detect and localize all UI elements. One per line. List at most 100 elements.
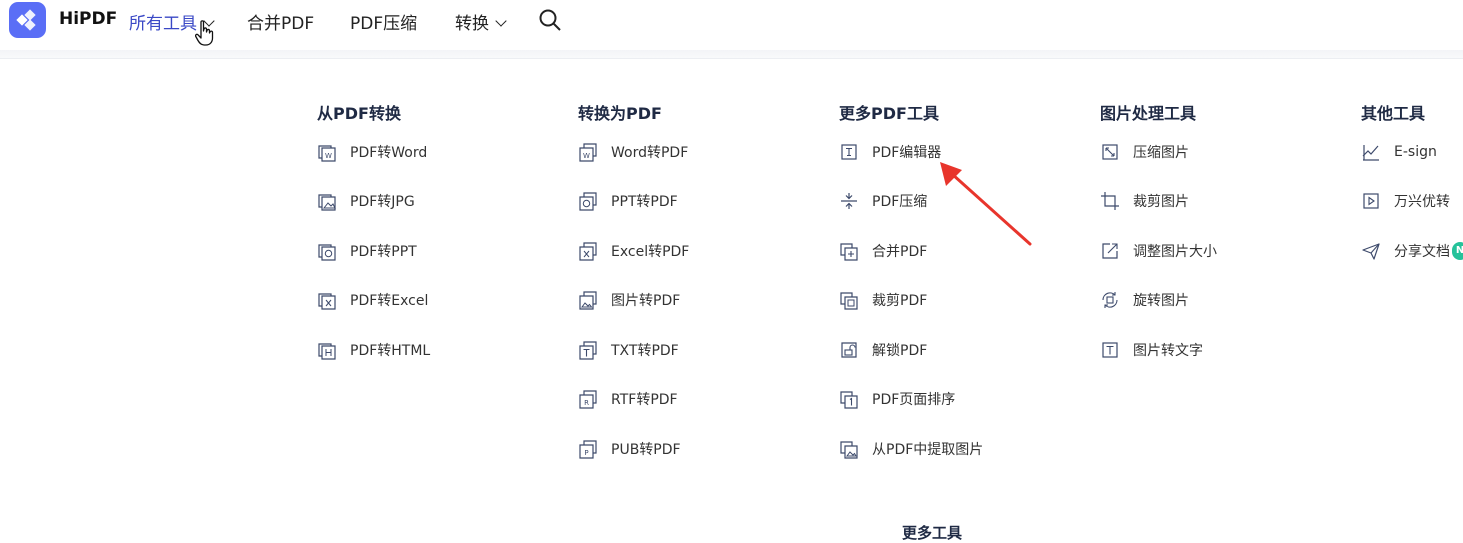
brand-name[interactable]: HiPDF bbox=[59, 9, 117, 29]
pub-file-icon: P bbox=[579, 440, 597, 459]
txt-file-icon bbox=[579, 341, 597, 360]
merge-icon bbox=[840, 243, 858, 261]
more-tools-label: 更多工具 bbox=[902, 524, 963, 542]
tool-label: Excel转PDF bbox=[611, 244, 690, 260]
tool-crop-pdf[interactable]: 裁剪PDF bbox=[839, 290, 927, 310]
tool-label: 图片转文字 bbox=[1133, 343, 1203, 359]
tool-txt-to-pdf[interactable]: TXT转PDF bbox=[578, 340, 679, 360]
tool-label: PPT转PDF bbox=[611, 194, 678, 210]
tool-label: 图片转PDF bbox=[611, 293, 681, 309]
nav-convert[interactable]: 转换 bbox=[455, 9, 507, 34]
tool-compress-image[interactable]: 压缩图片 bbox=[1100, 142, 1189, 162]
column-title: 转换为PDF bbox=[578, 104, 662, 123]
unlock-icon bbox=[841, 342, 857, 358]
rtf-file-icon: R bbox=[579, 390, 597, 409]
column-image-tools: 图片处理工具 压缩图片 裁剪图片 调整图片大小 旋转图片 图片转文字 bbox=[1100, 100, 1217, 359]
column-title: 从PDF转换 bbox=[317, 104, 401, 123]
tool-label: Word转PDF bbox=[611, 145, 689, 161]
tool-rtf-to-pdf[interactable]: R RTF转PDF bbox=[578, 389, 678, 409]
column-title: 更多PDF工具 bbox=[839, 104, 939, 123]
column-title: 图片处理工具 bbox=[1100, 104, 1197, 123]
word-file-icon: W bbox=[318, 145, 336, 162]
html-file-icon bbox=[318, 343, 336, 360]
tool-pub-to-pdf[interactable]: P PUB转PDF bbox=[578, 439, 681, 459]
tool-label: PDF转PPT bbox=[350, 244, 417, 260]
ppt-file-icon bbox=[579, 192, 597, 211]
tool-image-to-text[interactable]: 图片转文字 bbox=[1100, 340, 1203, 360]
rotate-icon bbox=[1102, 292, 1118, 308]
tool-label: 分享文档 bbox=[1394, 244, 1450, 260]
tool-rotate-image[interactable]: 旋转图片 bbox=[1100, 290, 1189, 310]
tool-pdf-to-html[interactable]: PDF转HTML bbox=[317, 340, 430, 360]
chevron-down-icon bbox=[495, 15, 507, 27]
tool-label: PDF页面排序 bbox=[872, 392, 956, 408]
tool-label: 万兴优转 bbox=[1394, 194, 1450, 210]
ppt-file-icon bbox=[318, 244, 336, 261]
compress-image-icon bbox=[1102, 144, 1118, 160]
tool-crop-image[interactable]: 裁剪图片 bbox=[1100, 191, 1189, 211]
tool-pdf-compress[interactable]: PDF压缩 bbox=[839, 191, 927, 211]
tool-pdf-editor[interactable]: PDF编辑器 bbox=[839, 142, 941, 162]
tool-label: 合并PDF bbox=[872, 244, 928, 260]
excel-file-icon bbox=[579, 242, 597, 261]
column-to-pdf: 转换为PDF W Word转PDF PPT转PDF Excel转PDF 图片转P… bbox=[578, 100, 689, 459]
word-file-icon: W bbox=[579, 143, 597, 162]
column-other-tools: 其他工具 E-sign 万兴优转 分享文档 bbox=[1361, 100, 1450, 260]
tool-merge-pdf[interactable]: 合并PDF bbox=[839, 241, 927, 261]
tool-label: 调整图片大小 bbox=[1133, 244, 1217, 260]
excel-file-icon bbox=[318, 293, 336, 310]
nav-compress-pdf[interactable]: PDF压缩 bbox=[350, 9, 417, 34]
tool-label: TXT转PDF bbox=[611, 343, 679, 359]
tool-pdf-to-ppt[interactable]: PDF转PPT bbox=[317, 241, 417, 261]
tool-uniconverter[interactable]: 万兴优转 bbox=[1361, 191, 1450, 211]
nav-convert-label: 转换 bbox=[455, 14, 489, 34]
new-badge: N bbox=[1452, 242, 1463, 260]
tool-label: PDF转HTML bbox=[350, 343, 431, 359]
crop-pdf-icon bbox=[840, 292, 858, 310]
tool-unlock-pdf[interactable]: 解锁PDF bbox=[839, 340, 927, 360]
crop-icon bbox=[1101, 192, 1119, 210]
tool-excel-to-pdf[interactable]: Excel转PDF bbox=[578, 241, 689, 261]
tool-resize-image[interactable]: 调整图片大小 bbox=[1100, 241, 1217, 261]
tool-pdf-to-excel[interactable]: PDF转Excel bbox=[317, 290, 428, 310]
tool-pdf-page-order[interactable]: PDF页面排序 bbox=[839, 389, 955, 409]
image-file-icon bbox=[318, 194, 336, 211]
extract-image-icon bbox=[840, 441, 858, 459]
tool-label: PDF转Word bbox=[350, 145, 428, 161]
all-tools-dropdown bbox=[0, 58, 1463, 534]
search-icon[interactable] bbox=[539, 9, 561, 35]
column-from-pdf: 从PDF转换 W PDF转Word PDF转JPG PDF转PPT PDF转Ex… bbox=[317, 100, 430, 360]
tool-esign[interactable]: E-sign bbox=[1361, 142, 1437, 162]
tool-word-to-pdf[interactable]: W Word转PDF bbox=[578, 142, 688, 162]
image-file-icon bbox=[579, 291, 597, 310]
hipdf-logo[interactable] bbox=[9, 2, 46, 38]
tool-label: 压缩图片 bbox=[1133, 145, 1189, 161]
svg-text:P: P bbox=[584, 449, 588, 457]
tool-label: E-sign bbox=[1394, 144, 1437, 160]
tool-extract-images[interactable]: 从PDF中提取图片 bbox=[839, 439, 983, 459]
nav-merge-pdf[interactable]: 合并PDF bbox=[247, 9, 314, 34]
nav-all-tools-label: 所有工具 bbox=[129, 14, 197, 34]
tool-label: PDF转Excel bbox=[350, 293, 429, 309]
send-icon bbox=[1362, 243, 1380, 260]
tool-label: 从PDF中提取图片 bbox=[872, 442, 984, 458]
logo-diamond-icon bbox=[16, 9, 36, 31]
tool-label: 旋转图片 bbox=[1133, 293, 1189, 309]
tool-pdf-to-word[interactable]: W PDF转Word bbox=[317, 142, 427, 162]
tool-label: RTF转PDF bbox=[611, 392, 678, 408]
svg-text:W: W bbox=[325, 152, 332, 160]
play-icon bbox=[1363, 193, 1379, 209]
tool-label: 裁剪图片 bbox=[1133, 194, 1189, 210]
compress-icon bbox=[841, 193, 857, 209]
top-nav-bar: HiPDF 所有工具 合并PDF PDF压缩 转换 bbox=[0, 0, 1463, 50]
svg-text:R: R bbox=[584, 399, 589, 407]
tool-share-document[interactable]: 分享文档 bbox=[1361, 241, 1450, 261]
page-order-icon bbox=[840, 391, 858, 409]
tool-label: PDF压缩 bbox=[872, 194, 928, 210]
tool-image-to-pdf[interactable]: 图片转PDF bbox=[578, 290, 680, 310]
tool-ppt-to-pdf[interactable]: PPT转PDF bbox=[578, 191, 678, 211]
svg-text:W: W bbox=[583, 152, 590, 160]
tool-pdf-to-jpg[interactable]: PDF转JPG bbox=[317, 191, 415, 211]
column-title: 其他工具 bbox=[1361, 104, 1426, 123]
annotation-arrow-icon bbox=[940, 162, 1032, 246]
